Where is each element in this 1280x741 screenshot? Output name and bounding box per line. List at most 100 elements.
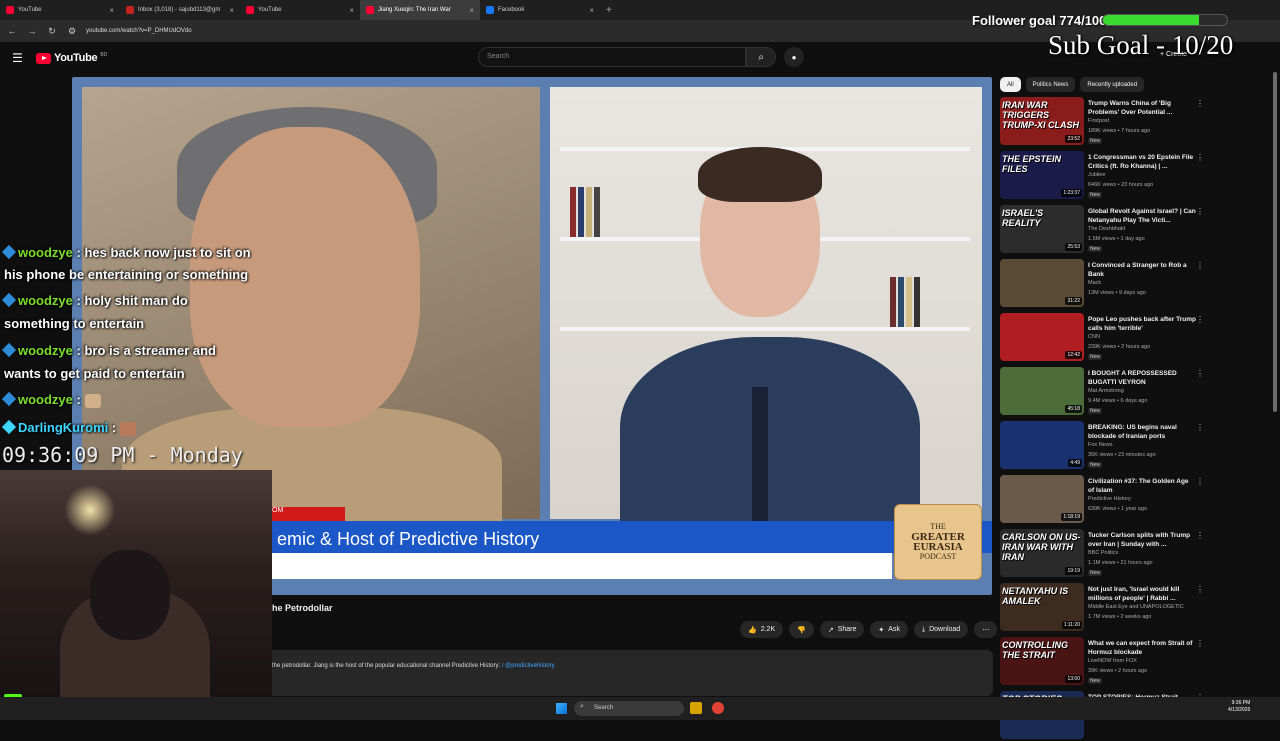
video-thumbnail[interactable]: THE EPSTEIN FILES 1:23:37 (1000, 151, 1084, 199)
webcam-overlay (0, 470, 272, 720)
recommendation-channel[interactable]: Predictive History (1088, 496, 1131, 502)
recommendation-item[interactable]: THE EPSTEIN FILES 1:23:37 1 Congressman vs… (1000, 151, 1210, 201)
more-options-icon[interactable]: ⋮ (1196, 315, 1204, 324)
recommendation-item[interactable]: NETANYAHU IS AMALEK 1:11:20 Not just Iran,… (1000, 583, 1210, 633)
recommendation-title[interactable]: I Convinced a Stranger to Rob a Bank (1088, 261, 1196, 279)
recommendation-channel[interactable]: Middle East Eye and UNAPOLOGETIC (1088, 604, 1184, 610)
recommendation-item[interactable]: CONTROLLING THE STRAIT 13:00 What we can e… (1000, 637, 1210, 687)
like-button[interactable]: 👍 2.2K (740, 621, 784, 638)
recommendation-channel[interactable]: BBC Politics (1088, 550, 1118, 556)
browser-tab-active[interactable]: Jiang Xueqin: The Iran War × (360, 0, 480, 20)
browser-tab[interactable]: Facebook × (480, 0, 600, 20)
video-thumbnail[interactable]: CONTROLLING THE STRAIT 13:00 (1000, 637, 1084, 685)
recommendation-channel[interactable]: LiveNOW from FOX (1088, 658, 1137, 664)
taskbar-search[interactable]: Search (574, 701, 684, 716)
ask-button[interactable]: ✦ Ask (870, 621, 908, 638)
chat-message: woodzye : hes back now just to sit on (1, 242, 251, 264)
video-thumbnail[interactable]: 45:18 (1000, 367, 1084, 415)
more-options-icon[interactable]: ⋮ (1196, 369, 1204, 378)
video-thumbnail[interactable]: ISRAEL'S REALITY 25:53 (1000, 205, 1084, 253)
recommendation-item[interactable]: CARLSON ON US-IRAN WAR WITH IRAN 19:19 Tuc… (1000, 529, 1210, 579)
recommendation-channel[interactable]: CNN (1088, 334, 1100, 340)
video-thumbnail[interactable]: IRAN WAR TRIGGERS TRUMP-XI CLASH 23:52 (1000, 97, 1084, 145)
recommendation-title[interactable]: 1 Congressman vs 20 Epstein File Critics… (1088, 153, 1196, 171)
more-options-icon[interactable]: ⋮ (1196, 153, 1204, 162)
search-input[interactable]: Search (478, 47, 746, 67)
video-right-panel (550, 87, 982, 537)
forward-icon[interactable]: → (26, 26, 38, 36)
follower-goal-fill (1103, 15, 1199, 25)
recommendation-channel[interactable]: Fox News (1088, 442, 1112, 448)
more-options-icon[interactable]: ⋮ (1196, 261, 1204, 270)
chip-recently-uploaded[interactable]: Recently uploaded (1080, 77, 1145, 92)
close-icon[interactable]: × (229, 6, 234, 15)
close-icon[interactable]: × (109, 6, 114, 15)
windows-start-icon[interactable] (556, 703, 567, 714)
dislike-button[interactable]: 👎 (789, 621, 814, 638)
search-button[interactable]: ⌕ (746, 47, 776, 67)
recommendation-item[interactable]: 1:18:19 Civilization #37: The Golden Age … (1000, 475, 1210, 525)
file-explorer-icon[interactable] (690, 702, 702, 714)
youtube-logo[interactable]: YouTube BD (36, 52, 107, 64)
channel-link[interactable]: / @predictivehistory (502, 663, 555, 669)
fairy-lights (60, 480, 120, 540)
chrome-icon[interactable] (712, 702, 724, 714)
video-thumbnail[interactable]: NETANYAHU IS AMALEK 1:11:20 (1000, 583, 1084, 631)
reload-icon[interactable]: ↻ (46, 26, 58, 37)
recommendation-item[interactable]: 45:18 I BOUGHT A REPOSSESSED BUGATTI VEYR… (1000, 367, 1210, 417)
recommendation-item[interactable]: ISRAEL'S REALITY 25:53 Global Revolt Again… (1000, 205, 1210, 255)
tab-label: Facebook (498, 7, 525, 13)
recommendation-title[interactable]: Civilization #37: The Golden Age of Isla… (1088, 477, 1196, 495)
video-thumbnail[interactable]: 4:49 (1000, 421, 1084, 469)
recommendation-title[interactable]: Pope Leo pushes back after Trump calls h… (1088, 315, 1196, 333)
more-options-icon[interactable]: ⋮ (1196, 99, 1204, 108)
more-options-icon[interactable]: ⋮ (1196, 207, 1204, 216)
recommendation-item[interactable]: 4:49 BREAKING: US begins naval blockade o… (1000, 421, 1210, 471)
more-options-icon[interactable]: ⋮ (1196, 531, 1204, 540)
voice-search-button[interactable]: ● (784, 47, 804, 67)
close-icon[interactable]: × (349, 6, 354, 15)
recommendation-channel[interactable]: Mack (1088, 280, 1101, 286)
video-thumbnail[interactable]: CARLSON ON US-IRAN WAR WITH IRAN 19:19 (1000, 529, 1084, 577)
video-thumbnail[interactable]: 31:22 (1000, 259, 1084, 307)
download-button[interactable]: ⤓ Download (913, 621, 969, 638)
recommendation-channel[interactable]: Mat Armstrong (1088, 388, 1124, 394)
recommendation-channel[interactable]: Firstpost (1088, 118, 1109, 124)
more-options-icon[interactable]: ⋮ (1196, 639, 1204, 648)
recommendation-title[interactable]: Trump Warns China of 'Big Problems' Over… (1088, 99, 1196, 117)
sub-goal-text: Sub Goal - 10/20 (1048, 30, 1234, 60)
close-icon[interactable]: × (469, 6, 474, 15)
browser-tab[interactable]: YouTube × (0, 0, 120, 20)
recommendation-title[interactable]: Not just Iran, 'Israel would kill millio… (1088, 585, 1196, 603)
chip-all[interactable]: All (1000, 77, 1021, 92)
description-body: the petrodollar. Jiang is the host of th… (272, 663, 501, 669)
recommendation-title[interactable]: What we can expect from Strait of Hormuz… (1088, 639, 1196, 657)
recommendation-item[interactable]: 31:22 I Convinced a Stranger to Rob a Ban… (1000, 259, 1210, 309)
page-scrollbar[interactable] (1273, 72, 1277, 412)
more-options-icon[interactable]: ⋮ (1196, 585, 1204, 594)
recommendation-title[interactable]: BREAKING: US begins naval blockade of Ir… (1088, 423, 1196, 441)
recommendation-title[interactable]: I BOUGHT A REPOSSESSED BUGATTI VEYRON (1088, 369, 1196, 387)
url-field[interactable]: youtube.com/watch?v=P_DHMUdOVdo (86, 28, 192, 34)
recommendation-title[interactable]: Global Revolt Against Israel? | Can Neta… (1088, 207, 1196, 225)
chip-politics-news[interactable]: Politics News (1025, 77, 1076, 92)
more-options-icon[interactable]: ⋮ (1196, 423, 1204, 432)
recommendation-item[interactable]: 12:42 Pope Leo pushes back after Trump ca… (1000, 313, 1210, 363)
recommendation-item[interactable]: IRAN WAR TRIGGERS TRUMP-XI CLASH 23:52 Tru… (1000, 97, 1210, 147)
back-icon[interactable]: ← (6, 26, 18, 36)
site-info-icon[interactable]: ⚙ (66, 26, 78, 37)
more-options-icon[interactable]: ⋮ (1196, 477, 1204, 486)
description-box[interactable] (265, 650, 993, 696)
close-icon[interactable]: × (589, 6, 594, 15)
recommendation-channel[interactable]: The Deshbhakt (1088, 226, 1125, 232)
browser-tab[interactable]: YouTube × (240, 0, 360, 20)
new-tab-button[interactable]: + (600, 5, 618, 16)
share-button[interactable]: ↗ Share (819, 621, 865, 638)
menu-icon[interactable]: ☰ (12, 51, 23, 65)
recommendation-channel[interactable]: Jubilee (1088, 172, 1105, 178)
browser-tab[interactable]: Inbox (3,018) - sajubd113@gm × (120, 0, 240, 20)
recommendation-title[interactable]: Tucker Carlson splits with Trump over Ir… (1088, 531, 1196, 549)
video-thumbnail[interactable]: 12:42 (1000, 313, 1084, 361)
video-thumbnail[interactable]: 1:18:19 (1000, 475, 1084, 523)
more-button[interactable]: ⋯ (974, 621, 998, 638)
